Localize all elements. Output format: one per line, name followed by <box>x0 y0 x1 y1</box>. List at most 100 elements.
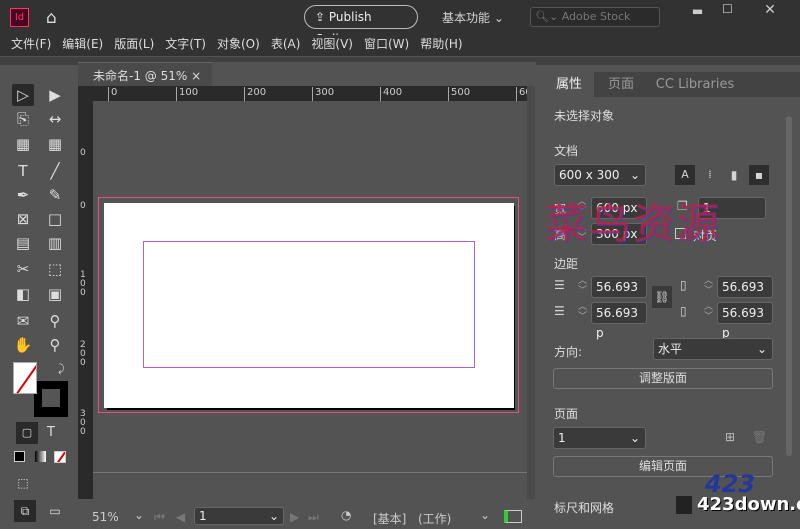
pencil-tool-icon[interactable]: ✎ <box>44 184 66 206</box>
ruler-tick-label: 0 <box>80 148 86 158</box>
rectangle-frame-icon[interactable]: ⊠ <box>12 208 34 230</box>
first-page-icon[interactable]: ⏮ <box>154 510 165 525</box>
margin-left-stepper[interactable]: ︿ ﹀ <box>700 276 717 296</box>
maximize-button[interactable]: ☐ <box>715 2 740 16</box>
hand-tool-icon[interactable]: ✋ <box>12 334 34 356</box>
note-tool-icon[interactable]: ✉ <box>12 310 34 332</box>
adjust-layout-button[interactable]: 调整版面 <box>553 368 773 389</box>
apply-color-icon[interactable] <box>14 451 25 462</box>
rectangle-tool-icon[interactable]: □ <box>44 208 66 230</box>
close-tab-icon[interactable]: × <box>191 69 201 83</box>
panel-tab-cc-libraries[interactable]: CC Libraries <box>648 72 742 97</box>
doc-scrollbar[interactable] <box>527 86 535 499</box>
horizontal-ruler[interactable]: 0 100 200 300 400 500 60 <box>78 86 532 101</box>
close-button[interactable]: ✕ <box>755 2 785 18</box>
menu-type[interactable]: 文字(T) <box>165 35 206 54</box>
grid-tool-icon[interactable]: ▥ <box>44 232 66 254</box>
rulers-grids-section-title: 标尺和网格 <box>554 501 615 515</box>
stock-search-input[interactable]: 🔍︎⌄ Adobe Stock <box>530 7 660 27</box>
table-tool-icon[interactable]: ▤ <box>12 232 34 254</box>
workspace-switcher[interactable]: 基本功能 ⌄ <box>442 9 504 26</box>
orientation-dropdown[interactable]: 水平 ⌄ <box>653 338 773 360</box>
prev-page-icon[interactable]: ◀ <box>176 510 185 524</box>
preflight-icon[interactable]: ◔ <box>341 508 351 522</box>
apply-gradient-icon[interactable] <box>35 451 46 462</box>
pen-tool-icon[interactable]: ✒ <box>12 184 34 206</box>
formatting-text-icon[interactable]: T <box>40 422 62 444</box>
app-logo: Id <box>10 8 29 27</box>
portrait-icon[interactable]: ▮ <box>725 165 743 185</box>
preset-dropdown[interactable]: 600 x 300 ⌄ <box>554 164 646 186</box>
panel-scrollbar[interactable] <box>786 116 792 456</box>
type-tool-icon[interactable]: T <box>12 160 34 182</box>
menu-object[interactable]: 对象(O) <box>217 35 260 54</box>
publish-online-button[interactable]: ⇪ Publish Online <box>304 5 418 46</box>
menu-help[interactable]: 帮助(H) <box>420 35 462 54</box>
last-page-icon[interactable]: ⏭ <box>308 510 319 525</box>
margin-top-field[interactable]: 56.693 p <box>591 276 647 314</box>
pages-binding-icon[interactable]: ⁞ <box>701 165 719 185</box>
margin-bottom-stepper[interactable]: ︿ ﹀ <box>574 302 591 322</box>
gap-tool-icon[interactable]: ↔ <box>44 108 66 130</box>
gradient-tool-icon[interactable]: ◧ <box>12 283 34 305</box>
margin-bottom-field[interactable]: 56.693 p <box>591 302 647 340</box>
zoom-dropdown-icon[interactable]: ⌄ <box>134 508 144 522</box>
zoom-level[interactable]: 51% <box>92 510 119 524</box>
home-icon[interactable]: ⌂ <box>46 8 57 28</box>
preflight-status-icon[interactable] <box>504 510 522 523</box>
minimize-button[interactable]: ▬ <box>685 4 710 18</box>
next-page-icon[interactable]: ▶ <box>290 510 299 524</box>
content-placer-icon[interactable]: ▦ <box>44 133 66 155</box>
normal-view-icon[interactable]: ⧉ <box>14 500 36 522</box>
menu-file[interactable]: 文件(F) <box>11 35 51 54</box>
menu-layout[interactable]: 版面(L) <box>114 35 154 54</box>
ruler-units-icon[interactable] <box>676 496 692 514</box>
link-margins-icon[interactable]: ⛓ <box>652 286 672 308</box>
swap-colors-icon[interactable]: ⤸ <box>58 362 65 376</box>
free-transform-icon[interactable]: ⬚ <box>44 258 66 280</box>
vertical-ruler[interactable]: 0 0 1 0 0 2 0 0 3 0 0 <box>78 101 93 499</box>
page-tool-icon[interactable]: ⎘ <box>12 108 34 130</box>
formatting-container-icon[interactable]: ▢ <box>16 422 38 444</box>
preflight-dropdown-icon[interactable]: ⌄ <box>480 508 490 522</box>
margin-top-stepper[interactable]: ︿ ﹀ <box>574 276 591 296</box>
panel-tab-properties[interactable]: 属性 <box>544 72 594 97</box>
status-bar: 51% ⌄ ⏮ ◀ 1 ⌄ ▶ ⏭ ◔ [基本] (工作) ⌄ <box>78 505 536 529</box>
panel-tab-pages[interactable]: 页面 <box>594 72 648 97</box>
preview-mode-icon[interactable]: ⬚ <box>12 472 34 494</box>
eyedropper-icon[interactable]: ⚲ <box>44 310 66 332</box>
page-number-value: 1 <box>199 509 207 523</box>
stroke-swatch[interactable] <box>34 381 68 417</box>
margin-right-icon: ▯ <box>680 304 687 318</box>
ruler-tick-label: 2 0 0 <box>80 340 86 368</box>
menu-table[interactable]: 表(A) <box>271 35 301 54</box>
ruler-tick-label: 300 <box>312 87 334 101</box>
title-bar: Id ⌂ ⇪ Publish Online 基本功能 ⌄ 🔍︎⌄ Adobe S… <box>0 0 800 46</box>
search-placeholder: Adobe Stock <box>561 10 631 23</box>
page-dropdown[interactable]: 1 ⌄ <box>553 427 646 449</box>
menu-window[interactable]: 窗口(W) <box>364 35 409 54</box>
scissors-tool-icon[interactable]: ✂ <box>12 258 34 280</box>
delete-page-icon[interactable]: 🗑︎ <box>752 430 767 444</box>
ruler-tick-label: 0 <box>108 87 117 101</box>
page-number-field[interactable]: 1 ⌄ <box>194 507 284 525</box>
zoom-tool-icon[interactable]: ⚲ <box>44 334 66 356</box>
landscape-icon[interactable]: ▪ <box>749 165 769 185</box>
screen-mode-icon[interactable]: ▭ <box>44 500 66 522</box>
line-tool-icon[interactable]: ╱ <box>44 160 66 182</box>
selection-tool-icon[interactable]: ▷ <box>12 84 34 106</box>
direct-selection-tool-icon[interactable]: ▶ <box>44 84 66 106</box>
content-collector-icon[interactable]: ▦ <box>12 133 34 155</box>
pages-facing-icon[interactable]: A <box>675 165 695 185</box>
fill-swatch[interactable] <box>13 362 37 394</box>
gradient-feather-icon[interactable]: ▣ <box>44 283 66 305</box>
margin-right-field[interactable]: 56.693 p <box>717 302 773 340</box>
menu-edit[interactable]: 编辑(E) <box>62 35 103 54</box>
document-window: 未命名-1 @ 51% × 0 100 200 300 400 500 60 001 0 0… <box>78 62 536 505</box>
margin-right-stepper[interactable]: ︿ ﹀ <box>700 302 717 322</box>
apply-none-icon[interactable] <box>54 451 66 463</box>
add-page-icon[interactable]: ⊞ <box>725 430 735 444</box>
margin-left-field[interactable]: 56.693 p <box>717 276 773 314</box>
menu-view[interactable]: 视图(V) <box>311 35 353 54</box>
document-tab[interactable]: 未命名-1 @ 51% × <box>78 62 212 86</box>
